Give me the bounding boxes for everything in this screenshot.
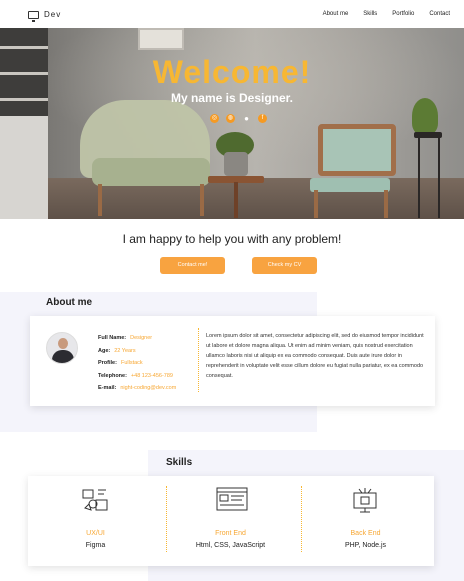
info-label: Profile: (98, 360, 117, 366)
contact-me-button[interactable]: Contact me! (160, 257, 225, 274)
logo-text: Dev (44, 10, 62, 19)
info-label: Telephone: (98, 372, 127, 379)
about-card: Full Name: Designer Age: 22 Years Profile:… (30, 316, 435, 406)
info-row-telephone: Telephone: +48 123-456-789 (98, 370, 176, 383)
skill-name: UX/UI (86, 530, 105, 537)
info-value[interactable]: night-coding@dev.com (120, 385, 176, 391)
skills-title: Skills (166, 457, 193, 468)
skill-back-end: Back End PHP, Node.js (298, 476, 433, 566)
info-value: 22 Years (114, 347, 136, 354)
info-value: Designer (130, 335, 153, 341)
about-title: About me (46, 297, 93, 308)
skill-desc: PHP, Node.js (344, 542, 387, 549)
skills-card: UX/UI Figma Front End Html, CSS, JavaScr… (28, 476, 434, 566)
help-heading: I am happy to help you with any problem! (122, 232, 342, 246)
hero-title: Welcome! (152, 54, 312, 90)
skill-name: Back End (350, 530, 381, 537)
about-text: Lorem ipsum dolor sit amet, consectetur … (206, 333, 424, 379)
hero-subtitle: My name is Designer. (170, 91, 294, 105)
hero-wall-frame (138, 28, 184, 50)
nav-links: About me Skills Portfolio Contact (323, 11, 450, 17)
hero-chair-right-seat (310, 178, 390, 192)
monitor-icon (28, 10, 39, 22)
nav-link-contact[interactable]: Contact (429, 11, 450, 17)
info-row-age: Age: 22 Years (98, 345, 176, 358)
nav-link-about[interactable]: About me (323, 11, 349, 17)
logo[interactable]: Dev (28, 10, 62, 22)
nav-link-skills[interactable]: Skills (363, 11, 377, 17)
hero-floor (0, 178, 464, 219)
ux-design-icon (82, 489, 108, 511)
skill-desc: Figma (85, 542, 106, 549)
info-value: Fullstack (120, 360, 143, 366)
github-icon[interactable]: ● (242, 114, 251, 123)
info-row-name: Full Name: Designer (98, 332, 176, 345)
instagram-icon[interactable]: ◎ (210, 114, 219, 123)
hero-pot (224, 152, 248, 176)
facebook-icon[interactable]: f (258, 114, 267, 123)
hero-banner: Welcome! My name is Designer. ◎ ◍ ● f (0, 28, 464, 219)
info-value: +48 123-456-789 (130, 372, 173, 379)
check-cv-button[interactable]: Check my CV (252, 257, 317, 274)
info-row-profile: Profile: Fullstack (98, 357, 176, 370)
info-label: E-mail: (98, 385, 117, 391)
hero-cabinet (0, 116, 48, 219)
skill-desc: Html, CSS, JavaScript (195, 542, 266, 549)
personal-info: Full Name: Designer Age: 22 Years Profile:… (98, 332, 176, 395)
hero-chair-right (318, 124, 396, 176)
dribbble-icon[interactable]: ◍ (226, 114, 235, 123)
top-navbar: Dev About me Skills Portfolio Contact (0, 0, 464, 28)
skill-front-end: Front End Html, CSS, JavaScript (163, 476, 298, 566)
info-label: Full Name: (98, 335, 127, 341)
server-monitor-icon (353, 488, 377, 513)
info-label: Age: (98, 347, 111, 354)
hero-armchair-seat (92, 158, 210, 186)
about-divider (198, 328, 199, 392)
nav-link-portfolio[interactable]: Portfolio (392, 11, 414, 17)
avatar (46, 332, 78, 364)
info-row-email: E-mail: night-coding@dev.com (98, 382, 176, 395)
skill-name: Front End (215, 530, 246, 537)
skill-ux-ui: UX/UI Figma (28, 476, 163, 566)
social-links: ◎ ◍ ● f (210, 114, 267, 123)
frontend-code-icon (216, 487, 248, 511)
